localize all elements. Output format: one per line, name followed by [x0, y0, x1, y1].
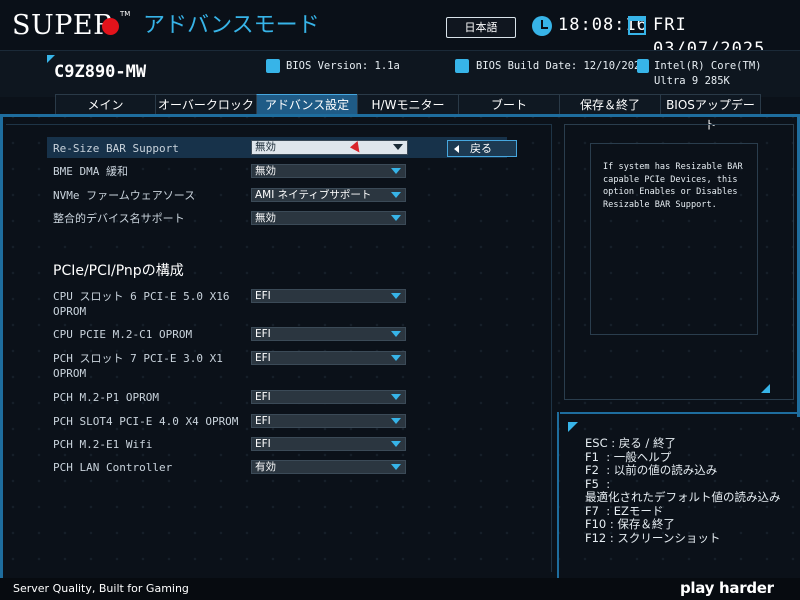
dropdown-arrow-icon: [391, 215, 401, 221]
calendar-icon: [628, 16, 646, 35]
tab-main[interactable]: メイン: [55, 94, 155, 114]
brand-logo-dot: [102, 18, 119, 35]
setting-label: NVMe ファームウェアソース: [53, 189, 196, 202]
dropdown-value: AMI ネイティブサポート: [255, 189, 372, 201]
bios-version: BIOS Version: 1.1a: [286, 60, 400, 72]
board-model: C9Z890-MW: [54, 62, 147, 82]
dropdown-arrow-icon: [391, 293, 401, 299]
footer-slogan: play harder: [680, 579, 774, 597]
setting-row-pch-m2-p1[interactable]: PCH M.2-P1 OPROM EFI: [47, 390, 507, 406]
cpu-info: Intel(R) Core(TM) Ultra 9 285K: [654, 60, 762, 87]
setting-label: PCH M.2-P1 OPROM: [53, 391, 159, 404]
setting-label: 整合的デバイス名サポート: [53, 212, 185, 225]
section-title: PCIe/PCI/Pnpの構成: [53, 263, 184, 279]
dropdown-value: 無効: [255, 141, 276, 153]
setting-dropdown[interactable]: EFI: [251, 414, 406, 428]
setting-dropdown[interactable]: 有効: [251, 460, 406, 474]
chip-icon: [455, 59, 469, 73]
key-hint: F1 : 一般ヘルプ: [585, 449, 672, 464]
setting-row-pch-m2-e1[interactable]: PCH M.2-E1 Wifi EFI: [47, 437, 507, 453]
brand-logo: SUPER: [12, 10, 114, 41]
setting-row-nvme-firmware[interactable]: NVMe ファームウェアソース AMI ネイティブサポート: [47, 188, 507, 204]
setting-label: Re-Size BAR Support: [53, 142, 179, 155]
key-hint: F5 :: [585, 476, 611, 491]
corner-accent: [761, 384, 770, 393]
setting-label: PCH SLOT4 PCI-E 4.0 X4 OPROM: [53, 415, 239, 428]
corner-accent: [568, 422, 578, 432]
setting-label: BME DMA 緩和: [53, 165, 128, 178]
dropdown-value: EFI: [255, 391, 271, 403]
setting-dropdown[interactable]: EFI: [251, 351, 406, 365]
dropdown-value: 有効: [255, 461, 276, 473]
language-button[interactable]: 日本語: [446, 17, 516, 38]
dropdown-arrow-icon: [391, 168, 401, 174]
dropdown-value: EFI: [255, 438, 271, 450]
tab-advanced[interactable]: アドバンス設定: [256, 94, 357, 114]
key-hint: 最適化されたデフォルト値の読み込み: [585, 490, 781, 504]
dropdown-value: EFI: [255, 328, 271, 340]
dropdown-value: EFI: [255, 415, 271, 427]
frame-line: [557, 412, 559, 578]
setting-dropdown[interactable]: EFI: [251, 289, 406, 303]
dropdown-arrow-icon: [391, 355, 401, 361]
key-legend: ESC : 戻る / 終了 F1 : 一般ヘルプ F2 : 以前の値の読み込み …: [585, 436, 790, 545]
setting-row-bme-dma[interactable]: BME DMA 緩和 無効: [47, 164, 507, 180]
setting-label: PCH LAN Controller: [53, 461, 173, 474]
key-hint: ESC : 戻る / 終了: [585, 436, 676, 450]
help-text: If system has Resizable BAR capable PCIe…: [590, 143, 758, 335]
footer-tagline: Server Quality, Built for Gaming: [13, 582, 189, 595]
tab-bios-update[interactable]: BIOSアップデート: [660, 94, 761, 132]
dropdown-arrow-icon: [391, 331, 401, 337]
dropdown-arrow-icon: [391, 394, 401, 400]
setting-dropdown[interactable]: 無効: [251, 140, 408, 155]
tab-underline: [0, 114, 800, 117]
back-button-label: 戻る: [470, 142, 492, 155]
key-hint: F12 : スクリーンショット: [585, 530, 721, 545]
setting-dropdown[interactable]: 無効: [251, 164, 406, 178]
dropdown-value: EFI: [255, 290, 271, 302]
back-button[interactable]: 戻る: [447, 140, 517, 157]
key-hint: F10 : 保存＆終了: [585, 517, 675, 531]
back-arrow-icon: [454, 145, 459, 153]
tab-hw-monitor[interactable]: H/Wモニター: [357, 94, 458, 114]
setting-label: CPU PCIE M.2-C1 OPROM: [53, 328, 193, 341]
setting-row-resize-bar[interactable]: Re-Size BAR Support 無効: [47, 137, 507, 158]
setting-row-cpu-m2-c1[interactable]: CPU PCIE M.2-C1 OPROM EFI: [47, 327, 507, 343]
setting-dropdown[interactable]: 無効: [251, 211, 406, 225]
chip-icon: [266, 59, 280, 73]
setting-row-pch-slot7[interactable]: PCH スロット 7 PCI-E 3.0 X1 OPROM EFI: [47, 351, 507, 381]
key-hint: F2 : 以前の値の読み込み: [585, 463, 718, 477]
setting-label: PCH M.2-E1 Wifi: [53, 438, 153, 451]
dropdown-arrow-icon: [391, 441, 401, 447]
setting-dropdown[interactable]: EFI: [251, 437, 406, 451]
setting-dropdown[interactable]: EFI: [251, 327, 406, 341]
frame-line: [0, 117, 3, 578]
tab-save-exit[interactable]: 保存＆終了: [559, 94, 660, 114]
dropdown-value: EFI: [255, 352, 271, 364]
tab-overclock[interactable]: オーバークロック: [155, 94, 256, 114]
dropdown-arrow-icon: [391, 418, 401, 424]
setting-row-device-name[interactable]: 整合的デバイス名サポート 無効: [47, 211, 507, 227]
dropdown-arrow-icon: [391, 192, 401, 198]
setting-dropdown[interactable]: AMI ネイティブサポート: [251, 188, 406, 202]
setting-label: CPU スロット 6 PCI-E 5.0 X16 OPROM: [53, 290, 230, 318]
setting-row-cpu-slot6[interactable]: CPU スロット 6 PCI-E 5.0 X16 OPROM EFI: [47, 289, 507, 319]
dropdown-arrow-icon: [393, 144, 403, 150]
setting-dropdown[interactable]: EFI: [251, 390, 406, 404]
brand-trademark: TM: [120, 10, 131, 18]
dropdown-value: 無効: [255, 165, 276, 177]
key-hint: F7 : EZモード: [585, 503, 664, 518]
cpu-icon: [637, 59, 649, 73]
setting-row-pch-lan[interactable]: PCH LAN Controller 有効: [47, 460, 507, 476]
setting-label: PCH スロット 7 PCI-E 3.0 X1 OPROM: [53, 352, 223, 380]
dropdown-arrow-icon: [391, 464, 401, 470]
dropdown-value: 無効: [255, 212, 276, 224]
clock-icon: [532, 16, 552, 36]
frame-line: [560, 412, 800, 414]
setting-row-pch-slot4[interactable]: PCH SLOT4 PCI-E 4.0 X4 OPROM EFI: [47, 414, 507, 430]
tab-boot[interactable]: ブート: [458, 94, 559, 114]
bios-build-date: BIOS Build Date: 12/10/2024: [476, 60, 647, 72]
tab-bar: メイン オーバークロック アドバンス設定 H/Wモニター ブート 保存＆終了 B…: [55, 94, 761, 132]
page-title: アドバンスモード: [143, 13, 320, 38]
